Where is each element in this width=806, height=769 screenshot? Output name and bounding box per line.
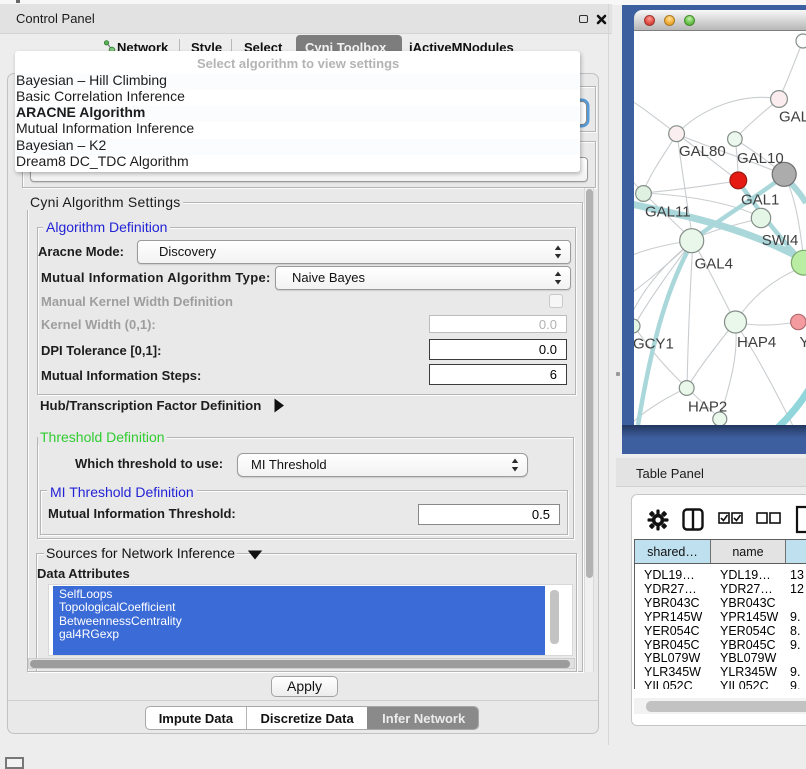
svg-text:GAL80: GAL80 [679,143,726,160]
svg-text:HAP2: HAP2 [688,399,727,416]
svg-text:GAL10: GAL10 [737,150,784,167]
svg-text:Y: Y [800,334,806,351]
svg-text:GAL1: GAL1 [741,192,779,209]
svg-text:SWI4: SWI4 [762,232,799,249]
svg-text:GAL: GAL [779,109,806,126]
svg-text:GAL4: GAL4 [695,256,733,273]
svg-text:GAL11: GAL11 [645,204,691,221]
svg-text:HAP4: HAP4 [737,334,776,351]
svg-text:GCY1: GCY1 [634,336,674,353]
